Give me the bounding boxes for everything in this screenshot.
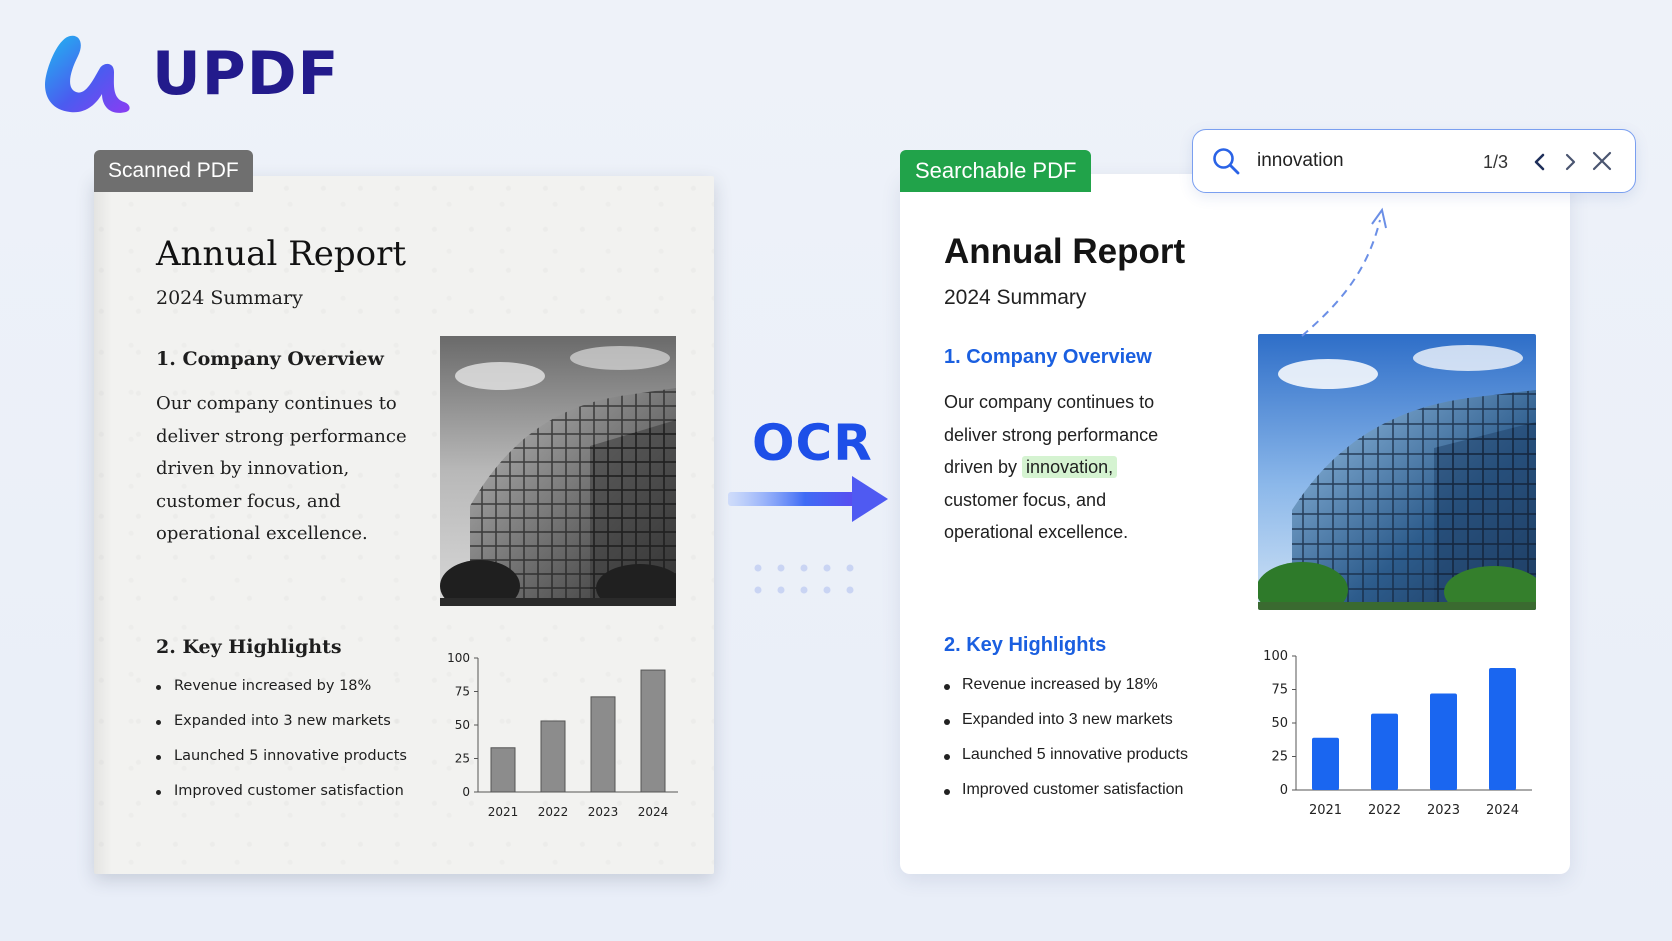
y-tick-label: 50 — [455, 718, 470, 732]
searchable-section-overview: 1. Company Overview — [944, 346, 1152, 368]
list-item: Improved customer satisfaction — [156, 783, 407, 818]
y-tick-label: 25 — [1271, 750, 1288, 765]
searchable-para-line: driven by innovation, — [944, 451, 1244, 484]
bar — [490, 747, 516, 793]
list-item: Launched 5 innovative products — [156, 748, 407, 783]
scanned-section-highlights: 2. Key Highlights — [156, 636, 342, 658]
x-tick-label: 2022 — [538, 805, 569, 819]
scanned-para-line: operational excellence. — [156, 523, 368, 544]
chevron-right-icon[interactable] — [1557, 148, 1583, 176]
y-tick-label: 25 — [455, 752, 470, 766]
search-input[interactable] — [1257, 144, 1457, 178]
scanned-title: Annual Report — [156, 234, 407, 274]
x-tick-label: 2022 — [1368, 803, 1401, 818]
search-bar[interactable]: 1/3 — [1192, 129, 1636, 193]
list-item: Improved customer satisfaction — [944, 781, 1188, 816]
y-tick-label: 75 — [455, 685, 470, 699]
scanned-para-line: deliver strong performance — [156, 425, 407, 447]
x-tick-label: 2024 — [1486, 803, 1519, 818]
bar — [640, 669, 666, 793]
searchable-pdf-page: Searchable PDF Annual Report 2024 Summar… — [900, 150, 1570, 874]
scanned-highlights-list: Revenue increased by 18% Expanded into 3… — [156, 678, 407, 818]
decorative-dots — [754, 564, 854, 594]
bar — [1312, 737, 1339, 790]
y-tick-label: 100 — [447, 651, 470, 665]
search-icon — [1213, 148, 1240, 175]
brand-name: UPDF — [152, 39, 340, 109]
x-tick-label: 2021 — [1309, 803, 1342, 818]
bar — [1430, 693, 1457, 790]
bar — [1489, 668, 1516, 790]
scanned-pdf-tag: Scanned PDF — [94, 150, 253, 192]
y-tick-label: 0 — [462, 785, 470, 799]
searchable-pdf-tag: Searchable PDF — [900, 150, 1092, 192]
scanned-section-overview: 1. Company Overview — [156, 348, 384, 370]
para-text: driven by — [944, 457, 1023, 477]
scanned-bar-chart: 0 25 50 75 100 2021 2022 2023 2024 — [447, 651, 678, 819]
scanned-pdf-page: Scanned PDF Annual Report 2024 Summary 1… — [94, 150, 714, 874]
y-tick-label: 0 — [1280, 783, 1288, 798]
list-item: Launched 5 innovative products — [944, 746, 1188, 781]
list-item: Expanded into 3 new markets — [156, 713, 407, 748]
list-item: Revenue increased by 18% — [156, 678, 407, 713]
scanned-para-line: Our company continues to — [156, 393, 397, 414]
searchable-title: Annual Report — [944, 232, 1186, 271]
searchable-para-line: Our company continues to — [944, 392, 1155, 412]
y-tick-label: 50 — [1271, 716, 1288, 731]
x-tick-label: 2024 — [638, 805, 669, 819]
searchable-para-line: customer focus, and — [944, 489, 1107, 510]
search-result-count: 1/3 — [1483, 152, 1509, 172]
searchable-section-highlights: 2. Key Highlights — [944, 634, 1107, 656]
scanned-para-line: customer focus, and — [156, 490, 341, 512]
searchable-para-line: deliver strong performance — [944, 424, 1159, 445]
scanned-paragraph: Our company continues to deliver strong … — [156, 388, 426, 551]
updf-logo-icon — [45, 35, 130, 113]
searchable-bar-chart: 0 25 50 75 100 2021 2022 2023 2024 — [1263, 649, 1532, 818]
x-tick-label: 2023 — [588, 805, 619, 819]
x-tick-label: 2023 — [1427, 803, 1460, 818]
right-arrow-icon — [728, 476, 888, 522]
bar — [540, 720, 566, 793]
search-match-highlight[interactable]: innovation, — [1022, 456, 1118, 478]
y-tick-label: 75 — [1271, 683, 1288, 698]
bar — [1371, 713, 1398, 790]
searchable-highlights-list: Revenue increased by 18% Expanded into 3… — [944, 676, 1188, 816]
y-tick-label: 100 — [1263, 649, 1288, 664]
close-icon[interactable] — [1587, 146, 1617, 176]
searchable-paragraph: Our company continues to deliver strong … — [944, 386, 1244, 549]
ocr-label: OCR — [752, 414, 873, 472]
scanned-building-photo — [440, 336, 676, 606]
bar — [590, 696, 616, 793]
scanned-para-line: driven by innovation, — [156, 458, 350, 479]
searchable-para-line: operational excellence. — [944, 522, 1129, 542]
list-item: Revenue increased by 18% — [944, 676, 1188, 711]
updf-logo: UPDF — [40, 32, 340, 116]
scanned-subtitle: 2024 Summary — [156, 287, 303, 309]
searchable-building-photo — [1258, 334, 1536, 610]
chevron-left-icon[interactable] — [1527, 148, 1553, 176]
x-tick-label: 2021 — [488, 805, 519, 819]
dashed-arrow-icon — [1301, 207, 1387, 337]
list-item: Expanded into 3 new markets — [944, 711, 1188, 746]
searchable-subtitle: 2024 Summary — [944, 286, 1087, 309]
